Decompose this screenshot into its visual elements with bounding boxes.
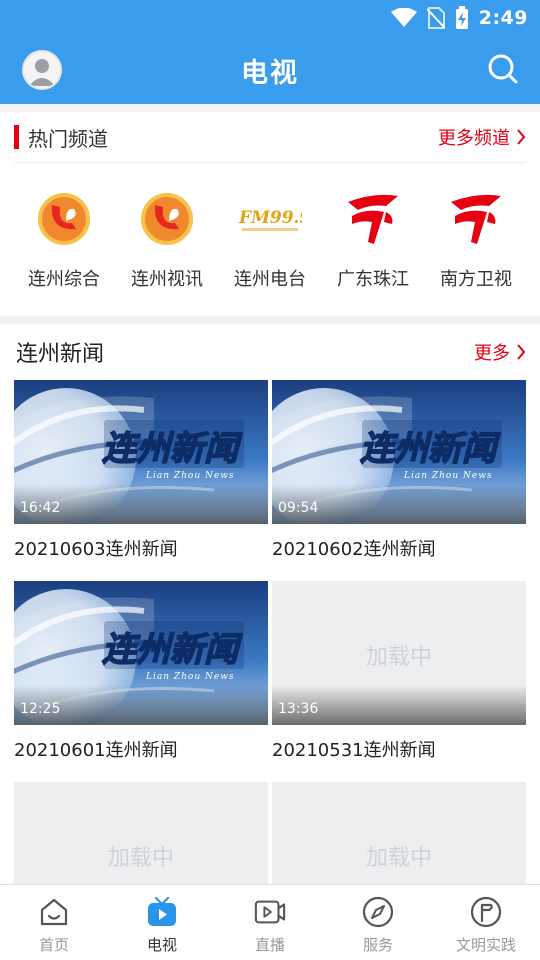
news-thumbnail: 加载中 13:36	[272, 581, 526, 725]
tab-home[interactable]: 首页	[0, 885, 108, 960]
flag-icon	[470, 896, 502, 928]
news-card[interactable]: 加载中	[14, 782, 268, 884]
svg-text:连州新闻: 连州新闻	[102, 429, 243, 469]
hot-channels-title: 热门频道	[28, 126, 108, 151]
fm-logo-icon: FM99.9	[238, 189, 302, 249]
svg-text:Lian Zhou News: Lian Zhou News	[403, 471, 493, 481]
avatar[interactable]	[22, 50, 62, 90]
video-duration: 16:42	[20, 500, 61, 516]
bottom-tab-bar: 首页 电视 直播 服务 文明实践	[0, 884, 540, 960]
compass-icon	[362, 896, 394, 928]
video-duration: 09:54	[278, 500, 319, 516]
channel-label: 连州综合	[28, 269, 100, 290]
lianzhou-logo-icon	[32, 189, 96, 249]
news-thumbnail: 加载中	[14, 782, 268, 884]
app-header: 2:49 电视	[0, 0, 540, 104]
battery-charging-icon	[455, 6, 468, 29]
channel-item[interactable]: 南方卫视	[426, 189, 526, 291]
tab-live[interactable]: 直播	[216, 885, 324, 960]
tab-label: 文明实践	[455, 936, 516, 954]
title-bar: 电视	[0, 36, 540, 104]
news-card[interactable]: 加载中	[272, 782, 526, 884]
tab-label: 电视	[146, 936, 177, 954]
news-thumbnail: 连州新闻 Lian Zhou News 09:54	[272, 380, 526, 524]
tab-label: 直播	[254, 936, 285, 954]
channel-label: 连州电台	[234, 269, 306, 290]
channel-item[interactable]: FM99.9 连州电台	[220, 189, 320, 291]
more-channels-link[interactable]: 更多频道	[438, 124, 526, 150]
news-caption: 20210531连州新闻	[272, 740, 436, 761]
channel-item[interactable]: 连州视讯	[117, 189, 217, 291]
channel-label: 南方卫视	[440, 269, 512, 290]
status-time: 2:49	[478, 7, 528, 29]
loading-placeholder: 加载中	[107, 846, 174, 871]
tab-label: 服务	[362, 936, 393, 954]
tab-tv[interactable]: 电视	[108, 885, 216, 960]
channel-label: 广东珠江	[337, 269, 409, 290]
news-grid: 连州新闻 Lian Zhou News 16:42 20210603连州新闻 连…	[0, 380, 540, 884]
lianzhou-logo-icon	[135, 189, 199, 249]
news-title: 连州新闻	[16, 342, 105, 367]
guangdong-tv-logo-icon	[444, 189, 508, 249]
news-section: 连州新闻 更多 连州新闻 Lian Zhou News 16:42 202106…	[0, 324, 540, 884]
no-sim-icon	[426, 7, 445, 29]
svg-text:连州新闻: 连州新闻	[360, 429, 501, 469]
video-duration: 13:36	[278, 701, 319, 717]
live-icon	[254, 896, 286, 928]
channel-list: 连州综合 连州视讯 FM99.9 连州电台 广东珠江 南方卫视	[0, 189, 540, 291]
news-caption: 20210602连州新闻	[272, 539, 436, 560]
hot-channels-panel: 热门频道 更多频道 连州综合 连州视讯 FM99.9 连州电台	[0, 112, 540, 316]
channel-item[interactable]: 广东珠江	[323, 189, 423, 291]
more-news-link[interactable]: 更多	[474, 339, 526, 365]
news-caption: 20210603连州新闻	[14, 539, 178, 560]
home-icon	[38, 896, 70, 928]
divider	[14, 162, 526, 163]
loading-placeholder: 加载中	[365, 846, 432, 871]
guangdong-tv-logo-icon	[341, 189, 405, 249]
search-icon	[488, 54, 518, 84]
news-card[interactable]: 加载中 13:36 20210531连州新闻	[272, 581, 526, 782]
status-bar: 2:49	[0, 0, 540, 36]
tab-civilization-practice[interactable]: 文明实践	[432, 885, 540, 960]
wifi-icon	[390, 8, 417, 27]
section-marker	[14, 125, 19, 149]
svg-text:FM99.9: FM99.9	[238, 208, 302, 228]
svg-text:Lian Zhou News: Lian Zhou News	[145, 672, 235, 682]
svg-text:连州新闻: 连州新闻	[102, 630, 243, 670]
user-avatar-icon	[24, 52, 60, 88]
more-channels-label: 更多频道	[438, 128, 510, 149]
channel-item[interactable]: 连州综合	[14, 189, 114, 291]
news-caption: 20210601连州新闻	[14, 740, 178, 761]
search-button[interactable]	[486, 52, 520, 86]
chevron-right-icon	[517, 129, 526, 145]
tv-icon	[146, 896, 178, 928]
tab-label: 首页	[38, 936, 69, 954]
hot-channels-header: 热门频道 更多频道	[0, 112, 540, 162]
svg-text:Lian Zhou News: Lian Zhou News	[145, 471, 235, 481]
news-thumbnail: 加载中	[272, 782, 526, 884]
tab-service[interactable]: 服务	[324, 885, 432, 960]
news-thumbnail: 连州新闻 Lian Zhou News 16:42	[14, 380, 268, 524]
loading-placeholder: 加载中	[365, 645, 432, 670]
chevron-right-icon	[517, 344, 526, 360]
channel-label: 连州视讯	[131, 269, 203, 290]
news-thumbnail: 连州新闻 Lian Zhou News 12:25	[14, 581, 268, 725]
news-header: 连州新闻 更多	[0, 324, 540, 380]
page-title: 电视	[241, 57, 299, 89]
more-news-label: 更多	[474, 343, 510, 364]
news-card[interactable]: 连州新闻 Lian Zhou News 09:54 20210602连州新闻	[272, 380, 526, 581]
news-card[interactable]: 连州新闻 Lian Zhou News 16:42 20210603连州新闻	[14, 380, 268, 581]
news-card[interactable]: 连州新闻 Lian Zhou News 12:25 20210601连州新闻	[14, 581, 268, 782]
video-duration: 12:25	[20, 701, 61, 717]
